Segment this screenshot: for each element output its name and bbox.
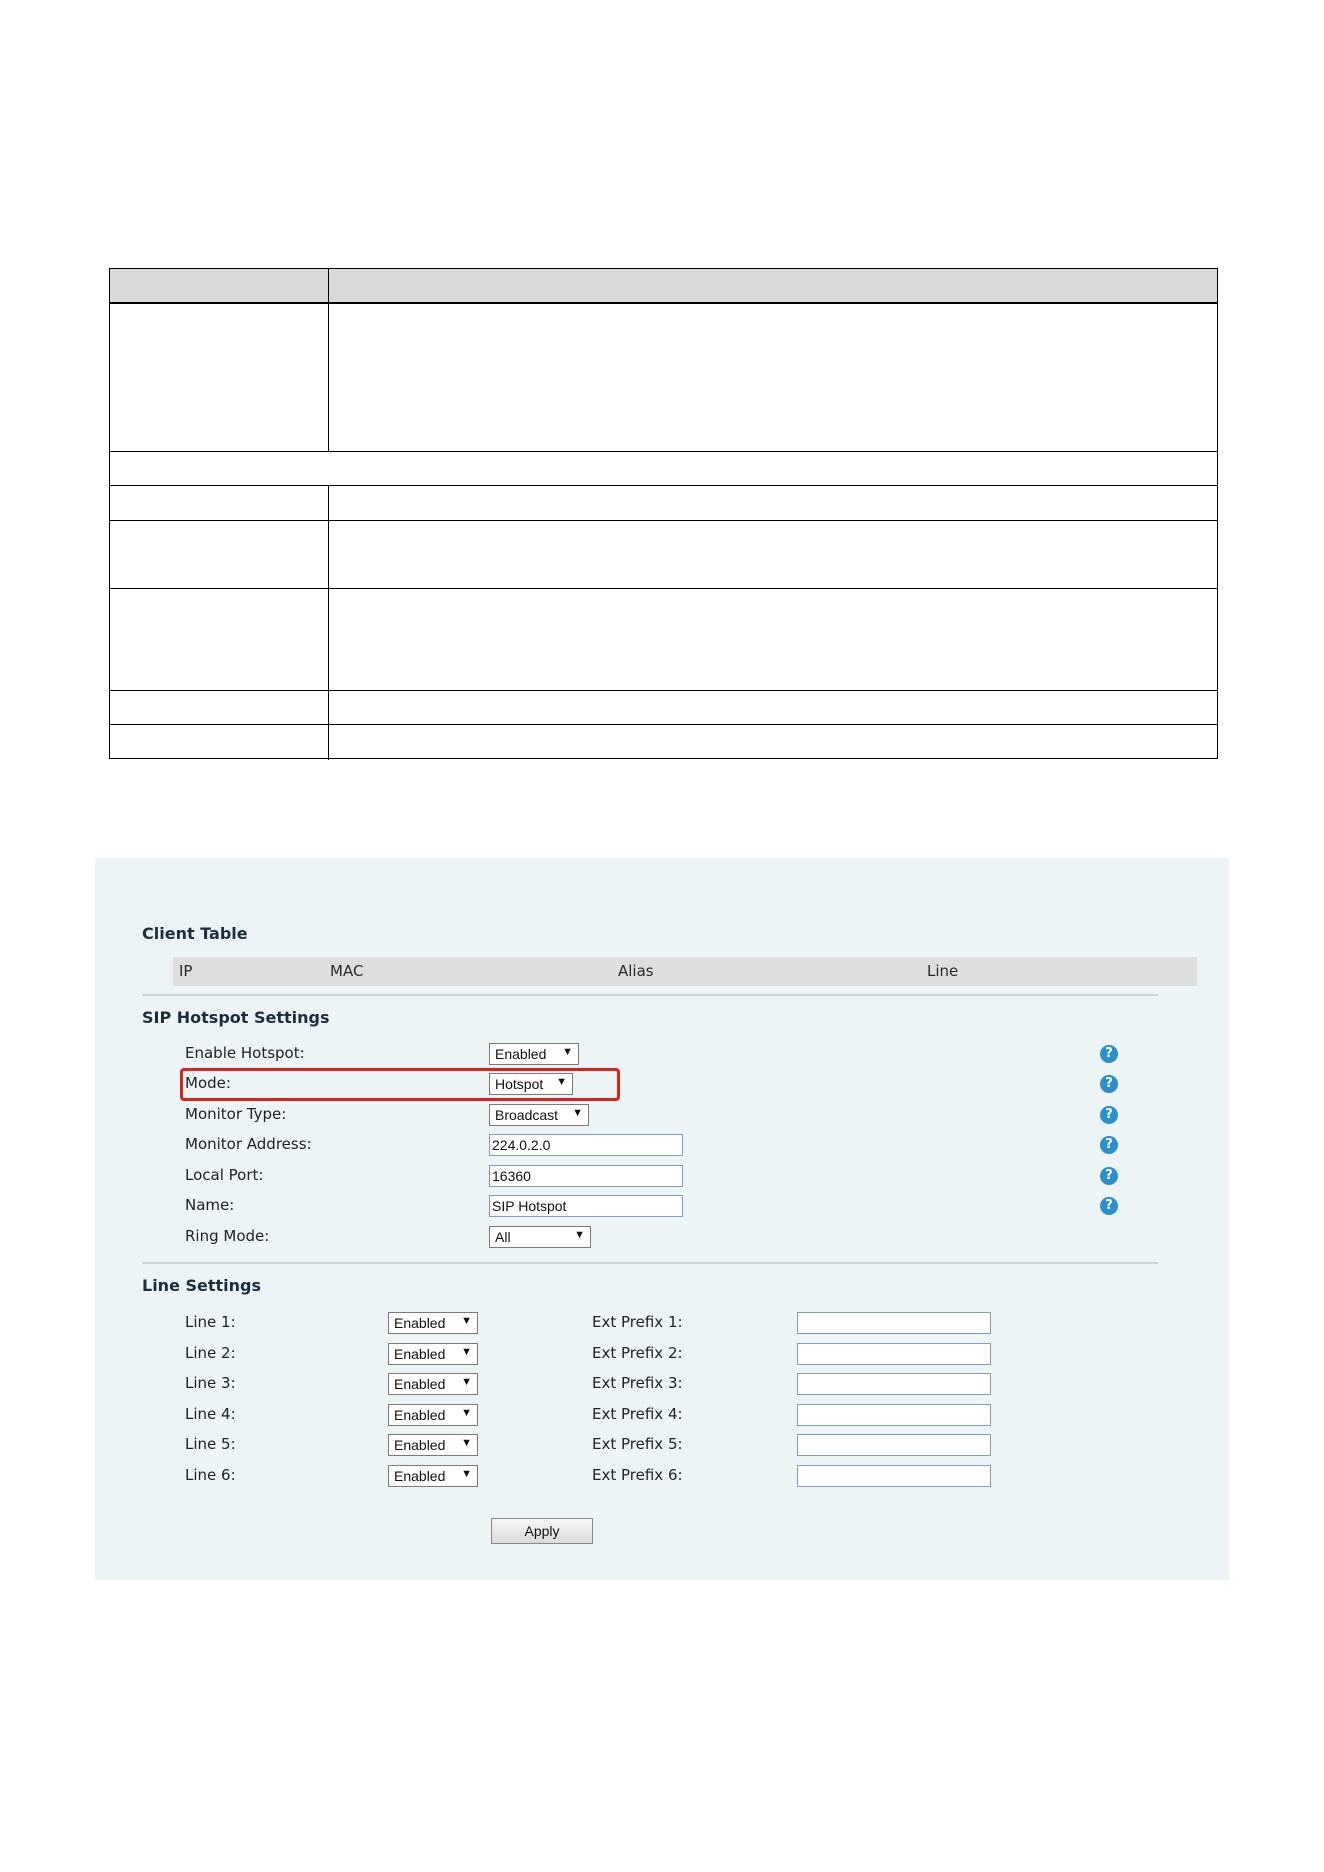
table-column-divider [328,269,329,451]
ext-prefix-2-input[interactable] [797,1343,991,1365]
help-icon[interactable]: ? [1100,1045,1118,1063]
ring-mode-select[interactable]: All ▼ [489,1226,591,1248]
table-row-divider [110,724,1217,725]
monitor-type-label: Monitor Type: [185,1105,287,1123]
line-1-label: Line 1: [185,1313,236,1331]
table-row-divider [110,451,1217,452]
ext-prefix-3-input[interactable] [797,1373,991,1395]
ext-prefix-1-label: Ext Prefix 1: [592,1313,683,1331]
mode-label: Mode: [185,1074,231,1092]
chevron-down-icon: ▼ [461,1437,472,1449]
line-6-value: Enabled [394,1468,446,1484]
help-icon[interactable]: ? [1100,1136,1118,1154]
line-2-select[interactable]: Enabled ▼ [388,1343,478,1365]
chevron-down-icon: ▼ [461,1376,472,1388]
ext-prefix-1-input[interactable] [797,1312,991,1334]
ext-prefix-5-input[interactable] [797,1434,991,1456]
enable-hotspot-select[interactable]: Enabled ▼ [489,1043,579,1065]
table-row-divider [110,485,1217,486]
ext-prefix-2-label: Ext Prefix 2: [592,1344,683,1362]
chevron-down-icon: ▼ [461,1346,472,1358]
help-icon[interactable]: ? [1100,1075,1118,1093]
ring-mode-value: All [495,1229,511,1245]
hotspot-settings-title: SIP Hotspot Settings [142,1008,330,1027]
section-divider [142,994,1158,996]
sip-hotspot-panel: Client Table IP MAC Alias Line SIP Hotsp… [95,858,1229,1580]
chevron-down-icon: ▼ [562,1046,573,1058]
column-alias: Alias [618,962,654,980]
line-6-select[interactable]: Enabled ▼ [388,1465,478,1487]
client-table-header: IP MAC Alias Line [173,957,1197,986]
column-line: Line [927,962,959,980]
line-5-value: Enabled [394,1437,446,1453]
table-row-divider [110,588,1217,589]
client-table-title: Client Table [142,924,248,943]
name-label: Name: [185,1196,235,1214]
line-5-label: Line 5: [185,1435,236,1453]
line-4-label: Line 4: [185,1405,236,1423]
line-2-label: Line 2: [185,1344,236,1362]
line-2-value: Enabled [394,1346,446,1362]
enable-hotspot-label: Enable Hotspot: [185,1044,305,1062]
monitor-address-input[interactable]: 224.0.2.0 [489,1134,683,1156]
column-mac: MAC [330,962,364,980]
monitor-address-label: Monitor Address: [185,1135,312,1153]
monitor-type-select[interactable]: Broadcast ▼ [489,1104,589,1126]
help-icon[interactable]: ? [1100,1106,1118,1124]
section-divider [142,1262,1158,1264]
chevron-down-icon: ▼ [461,1468,472,1480]
line-settings-title: Line Settings [142,1276,262,1295]
line-3-select[interactable]: Enabled ▼ [388,1373,478,1395]
enable-hotspot-value: Enabled [495,1046,547,1062]
line-6-label: Line 6: [185,1466,236,1484]
ring-mode-label: Ring Mode: [185,1227,270,1245]
mode-select[interactable]: Hotspot ▼ [489,1073,573,1095]
local-port-label: Local Port: [185,1166,264,1184]
ext-prefix-6-input[interactable] [797,1465,991,1487]
chevron-down-icon: ▼ [461,1315,472,1327]
apply-button[interactable]: Apply [491,1518,593,1544]
table-row-divider [110,690,1217,691]
help-icon[interactable]: ? [1100,1197,1118,1215]
line-3-label: Line 3: [185,1374,236,1392]
table-column-divider [328,485,329,760]
table-row-divider [110,520,1217,521]
ext-prefix-4-input[interactable] [797,1404,991,1426]
monitor-type-value: Broadcast [495,1107,559,1123]
chevron-down-icon: ▼ [572,1107,583,1119]
chevron-down-icon: ▼ [461,1407,472,1419]
help-icon[interactable]: ? [1100,1167,1118,1185]
ext-prefix-4-label: Ext Prefix 4: [592,1405,683,1423]
document-table [109,268,1218,760]
chevron-down-icon: ▼ [574,1229,585,1241]
chevron-down-icon: ▼ [556,1076,567,1088]
line-4-value: Enabled [394,1407,446,1423]
line-4-select[interactable]: Enabled ▼ [388,1404,478,1426]
line-1-value: Enabled [394,1315,446,1331]
ext-prefix-6-label: Ext Prefix 6: [592,1466,683,1484]
local-port-input[interactable]: 16360 [489,1165,683,1187]
line-1-select[interactable]: Enabled ▼ [388,1312,478,1334]
line-5-select[interactable]: Enabled ▼ [388,1434,478,1456]
column-ip: IP [179,962,193,980]
document-table-header [110,269,1217,302]
ext-prefix-5-label: Ext Prefix 5: [592,1435,683,1453]
ext-prefix-3-label: Ext Prefix 3: [592,1374,683,1392]
name-input[interactable]: SIP Hotspot [489,1195,683,1217]
table-header-divider [110,302,1217,304]
line-3-value: Enabled [394,1376,446,1392]
mode-value: Hotspot [495,1076,544,1092]
